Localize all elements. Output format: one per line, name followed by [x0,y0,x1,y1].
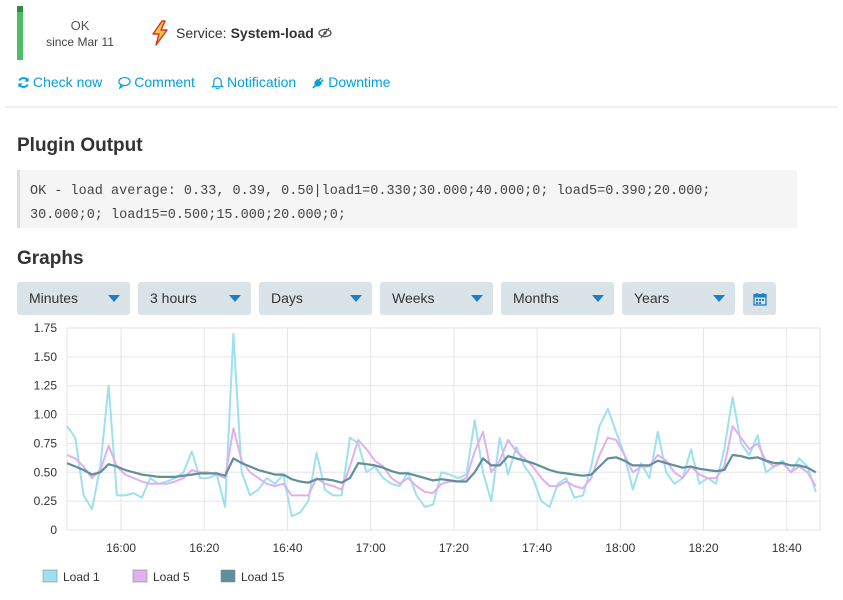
x-tick-label: 17:00 [356,541,386,555]
select-days[interactable]: Days [259,282,372,315]
caret-down-icon [471,295,483,302]
notification-label: Notification [226,74,297,90]
service-header: Service: System-load [150,20,332,46]
x-tick-label: 16:40 [272,541,302,555]
check-now-label: Check now [33,74,103,90]
select-weeks[interactable]: Weeks [380,282,493,315]
x-tick-label: 16:20 [189,541,219,555]
y-tick-label: 0.50 [34,465,58,479]
calendar-icon [752,292,767,306]
legend-swatch [220,569,236,583]
y-tick-label: 0.75 [34,436,58,450]
y-tick-label: 1.25 [34,379,58,393]
caret-down-icon [350,295,362,302]
legend-label: Load 15 [241,570,285,584]
select-minutes[interactable]: Minutes [17,282,130,315]
action-bar: Check now Comment Notification Downtime [17,74,406,90]
y-tick-label: 0.25 [34,494,58,508]
select-label: Weeks [392,290,435,306]
comment-icon [118,76,131,89]
y-tick-label: 1.75 [34,321,58,335]
state-text: OK since Mar 11 [35,18,125,50]
select-label: Years [634,290,670,306]
x-tick-label: 18:40 [772,541,802,555]
downtime-label: Downtime [328,74,391,90]
select-hours[interactable]: 3 hours [138,282,251,315]
plot-area [66,327,821,531]
select-label: Months [513,290,559,306]
comment-link[interactable]: Comment [118,74,195,90]
calendar-button[interactable] [743,282,776,315]
graphs-heading: Graphs [17,248,84,269]
select-label: Minutes [29,290,79,306]
downtime-link[interactable]: Downtime [312,74,390,90]
graph-range-selectors: Minutes 3 hours Days Weeks Months Years [17,282,776,315]
state-label: OK [70,18,90,33]
refresh-icon [18,76,29,88]
plug-icon [312,76,324,89]
legend-swatch [132,569,148,583]
select-label: 3 hours [150,290,197,306]
plugin-output-text: OK - load average: 0.33, 0.39, 0.50|load… [17,170,797,228]
service-prefix: Service: [176,25,227,41]
load-chart: 0 0.25 0.50 0.75 1.00 1.25 1.50 1.75 16:00 16:20 1… [34,321,821,584]
caret-down-icon [108,295,120,302]
eye-slash-icon[interactable] [318,27,332,39]
y-tick-label: 1.00 [34,408,58,422]
divider [5,106,838,108]
x-tick-label: 18:20 [688,541,718,555]
notification-link[interactable]: Notification [210,74,297,90]
check-now-link[interactable]: Check now [17,74,102,90]
comment-label: Comment [134,74,195,90]
x-tick-label: 16:00 [106,541,136,555]
y-tick-label: 1.50 [34,350,58,364]
bell-icon [210,76,224,89]
caret-down-icon [592,295,604,302]
caret-down-icon [229,295,241,302]
legend-swatch [42,569,58,583]
state-since: since Mar 11 [46,35,114,49]
state-color-bar [17,6,23,60]
select-years[interactable]: Years [622,282,735,315]
state-badge: OK since Mar 11 [17,6,167,60]
caret-down-icon [713,295,725,302]
select-label: Days [271,290,303,306]
y-tick-label: 0 [50,523,57,537]
legend-label: Load 1 [63,570,100,584]
legend-label: Load 5 [153,570,190,584]
x-tick-label: 17:20 [439,541,469,555]
select-months[interactable]: Months [501,282,614,315]
plugin-output-heading: Plugin Output [17,135,143,156]
lightning-icon [152,20,168,46]
x-tick-label: 17:40 [522,541,552,555]
x-tick-label: 18:00 [605,541,635,555]
service-name: System-load [230,25,314,41]
